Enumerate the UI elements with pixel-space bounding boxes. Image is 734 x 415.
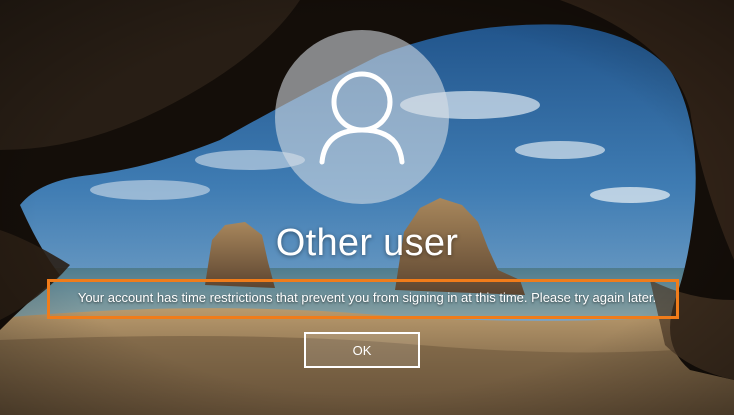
error-message: Your account has time restrictions that … — [77, 290, 657, 305]
user-silhouette-icon — [319, 71, 405, 165]
ok-button[interactable]: OK — [304, 332, 420, 368]
user-avatar — [275, 30, 449, 204]
lock-screen: Other user Your account has time restric… — [0, 0, 734, 415]
username-label: Other user — [275, 222, 459, 264]
